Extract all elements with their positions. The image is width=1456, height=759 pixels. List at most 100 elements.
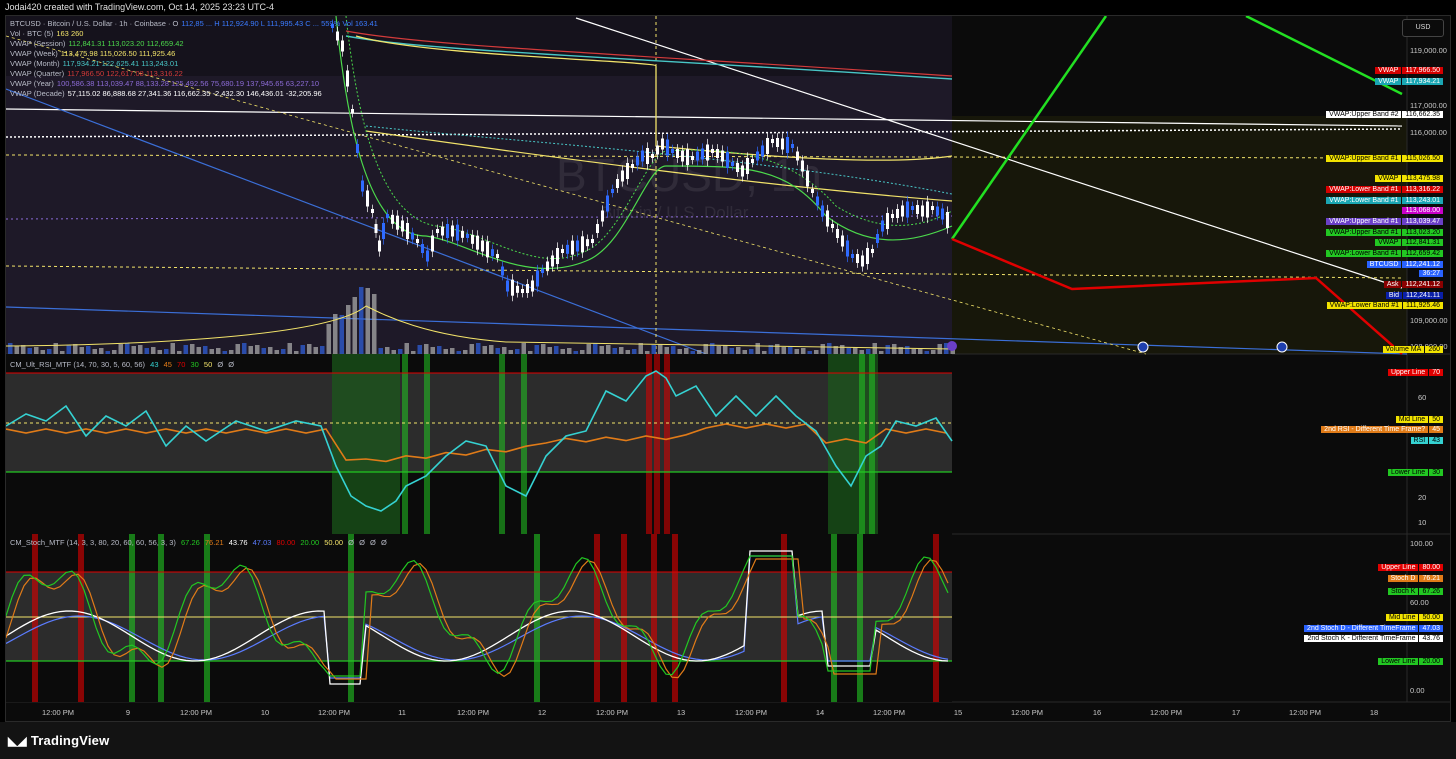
candle — [406, 223, 409, 239]
volume-bar — [528, 351, 533, 354]
lightning-icon — [947, 341, 957, 351]
stoch-legend[interactable]: CM_Stoch_MTF (14, 3, 3, 80, 20, 60, 60, … — [10, 538, 387, 548]
stoch-tick: 0.00 — [1410, 686, 1425, 695]
volume-bar — [463, 350, 468, 354]
volume-bar — [320, 346, 325, 354]
price-label-value: 20.00 — [1419, 658, 1443, 665]
candle — [631, 164, 634, 168]
price-label-name: Stoch D — [1387, 575, 1419, 582]
volume-bar — [326, 324, 331, 354]
time-tick: 11 — [398, 708, 406, 717]
rsi-signal-bar — [646, 354, 652, 534]
price-label-value: 111,925.46 — [1403, 302, 1443, 309]
volume-bar — [268, 347, 273, 354]
candle — [476, 235, 479, 250]
chart-area[interactable]: BTCUSD, 1h Bitcoin / U.S. Dollar 119,000… — [5, 15, 1451, 722]
time-axis: 12:00 PM 9 12:00 PM 10 12:00 PM 11 12:00 PM 12 1… — [42, 708, 1378, 717]
candle — [361, 180, 364, 192]
candle — [386, 214, 389, 218]
volume-bar — [404, 343, 409, 354]
price-label: Stoch K 67.26 — [1385, 587, 1446, 597]
volume-bar — [365, 288, 370, 354]
tradingview-logo-icon: ◣◢ — [8, 734, 27, 748]
candle — [486, 241, 489, 258]
name-watermark: Bitcoin / U.S. Dollar — [601, 203, 749, 222]
candle — [581, 236, 584, 253]
candle — [781, 138, 784, 150]
candle — [891, 214, 894, 218]
candle — [551, 255, 554, 267]
volume-bar — [105, 351, 110, 354]
stoch-signal-bar — [651, 534, 657, 702]
candle — [771, 139, 774, 143]
price-label-value: 113,316.22 — [1402, 186, 1443, 193]
candle — [621, 170, 624, 182]
candle — [481, 240, 484, 252]
price-label-value: 43 — [1429, 437, 1443, 444]
price-label: VWAP:Upper Band #2 116,662.35 — [1323, 110, 1446, 120]
volume-bar — [723, 345, 728, 354]
price-label-name: Mid Line — [1386, 614, 1419, 621]
candle — [901, 205, 904, 217]
price-label-value: 76.21 — [1419, 575, 1443, 582]
candle — [536, 270, 539, 287]
candle — [731, 162, 734, 166]
price-label-value: 70 — [1429, 369, 1443, 376]
price-tick: 117,000.00 — [1410, 101, 1447, 110]
candle — [786, 137, 789, 153]
volume-bar — [814, 350, 819, 354]
volume-bar — [144, 348, 149, 354]
price-label-value: 115,026.50 — [1402, 155, 1443, 162]
candle — [506, 280, 509, 292]
currency-button[interactable]: USD — [1402, 19, 1444, 37]
volume-bar — [21, 345, 26, 354]
rsi-signal-bar — [424, 354, 430, 534]
candle — [626, 163, 629, 179]
candle — [446, 224, 449, 238]
volume-bar — [125, 343, 130, 354]
volume-bar — [430, 347, 435, 354]
volume-bar — [112, 350, 117, 354]
candle — [436, 229, 439, 233]
candle — [576, 240, 579, 252]
rsi-legend[interactable]: CM_Ult_RSI_MTF (14, 70, 30, 5, 60, 56) 4… — [10, 360, 234, 370]
price-label-name: VWAP:Upper Band #1 — [1326, 229, 1402, 236]
candle — [821, 205, 824, 217]
time-tick: 12:00 PM — [735, 708, 767, 717]
volume-bar — [352, 297, 357, 354]
price-label-name: Lower Line — [1378, 658, 1419, 665]
volume-bar — [424, 344, 429, 354]
price-label-value: 113,068.00 — [1402, 207, 1443, 214]
volume-bar — [372, 294, 377, 354]
candle — [681, 150, 684, 162]
rsi-tick: 10 — [1418, 518, 1426, 527]
main-legend[interactable]: BTCUSD · Bitcoin / U.S. Dollar · 1h · Co… — [10, 19, 378, 99]
stoch-signal-bar — [621, 534, 627, 702]
candle — [641, 150, 644, 162]
candle — [906, 201, 909, 218]
candle — [756, 151, 759, 161]
volume-bar — [138, 345, 143, 354]
candle — [696, 151, 699, 161]
volume-bar — [118, 344, 123, 354]
volume-bar — [79, 347, 84, 354]
candle — [816, 196, 819, 206]
volume-bar — [300, 345, 305, 354]
volume-bar — [781, 347, 786, 354]
volume-bar — [177, 351, 182, 354]
candle — [516, 285, 519, 293]
time-tick: 12:00 PM — [873, 708, 905, 717]
price-label: VWAP:Lower Band #1 112,659.42 — [1323, 249, 1446, 259]
time-tick: 18 — [1370, 708, 1378, 717]
price-label: 2nd Stoch D - Different TimeFrame 47.03 — [1301, 624, 1446, 634]
volume-bar — [840, 345, 845, 354]
candle — [766, 138, 769, 154]
tradingview-logo[interactable]: ◣◢ TradingView — [8, 733, 109, 748]
volume-bar — [40, 350, 45, 354]
volume-bar — [378, 348, 383, 354]
stoch-tick: 100.00 — [1410, 539, 1433, 548]
candle — [726, 152, 729, 168]
volume-bar — [775, 344, 780, 354]
volume-bar — [632, 349, 637, 354]
price-label-name: Bid — [1385, 292, 1402, 299]
